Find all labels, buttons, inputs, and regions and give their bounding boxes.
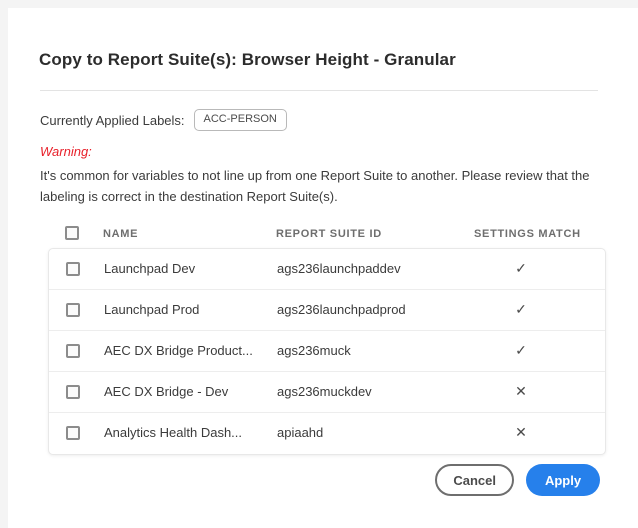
row-checkbox[interactable] (66, 385, 80, 399)
cell-name: AEC DX Bridge - Dev (104, 384, 228, 399)
table-row[interactable]: Launchpad Prod ags236launchpadprod ✓ (49, 290, 605, 331)
checkbox-box (66, 426, 80, 440)
cell-report-suite-id: ags236muckdev (277, 384, 372, 399)
cell-report-suite-id: ags236launchpadprod (277, 302, 406, 317)
table-row[interactable]: Analytics Health Dash... apiaahd ✕ (49, 413, 605, 454)
cell-report-suite-id: apiaahd (277, 425, 323, 440)
checkbox-box (66, 385, 80, 399)
report-suites-table: Launchpad Dev ags236launchpaddev ✓ Launc… (48, 248, 606, 455)
row-checkbox[interactable] (66, 426, 80, 440)
copy-to-report-suites-dialog: Copy to Report Suite(s): Browser Height … (8, 8, 638, 528)
table-header: NAME REPORT SUITE ID SETTINGS MATCH (48, 220, 606, 248)
settings-match-check-icon: ✓ (503, 301, 539, 318)
row-checkbox[interactable] (66, 344, 80, 358)
row-checkbox[interactable] (66, 303, 80, 317)
column-header-report-suite-id[interactable]: REPORT SUITE ID (276, 228, 382, 240)
checkbox-box (66, 262, 80, 276)
table-row[interactable]: AEC DX Bridge Product... ags236muck ✓ (49, 331, 605, 372)
row-checkbox[interactable] (66, 262, 80, 276)
select-all-checkbox[interactable] (65, 226, 79, 240)
cell-name: Analytics Health Dash... (104, 425, 242, 440)
apply-button[interactable]: Apply (526, 464, 600, 496)
cell-report-suite-id: ags236muck (277, 343, 351, 358)
cell-name: Launchpad Prod (104, 302, 199, 317)
warning-heading: Warning: (40, 144, 92, 159)
label-chip-acc-person[interactable]: ACC-PERSON (194, 109, 287, 131)
applied-labels-row: Currently Applied Labels: ACC-PERSON (40, 107, 287, 133)
settings-match-cross-icon: ✕ (503, 424, 539, 441)
table-row[interactable]: Launchpad Dev ags236launchpaddev ✓ (49, 249, 605, 290)
column-header-settings-match[interactable]: SETTINGS MATCH (474, 228, 581, 240)
settings-match-cross-icon: ✕ (503, 383, 539, 400)
cell-report-suite-id: ags236launchpaddev (277, 261, 401, 276)
dialog-footer: Cancel Apply (435, 464, 600, 496)
settings-match-check-icon: ✓ (503, 342, 539, 359)
checkbox-box (65, 226, 79, 240)
checkbox-box (66, 344, 80, 358)
cell-name: AEC DX Bridge Product... (104, 343, 253, 358)
cancel-button[interactable]: Cancel (435, 464, 514, 496)
cell-name: Launchpad Dev (104, 261, 195, 276)
settings-match-check-icon: ✓ (503, 260, 539, 277)
applied-labels-caption: Currently Applied Labels: (40, 113, 185, 128)
checkbox-box (66, 303, 80, 317)
column-header-name[interactable]: NAME (103, 228, 138, 240)
table-row[interactable]: AEC DX Bridge - Dev ags236muckdev ✕ (49, 372, 605, 413)
page-title: Copy to Report Suite(s): Browser Height … (39, 50, 456, 70)
title-divider (40, 90, 598, 91)
warning-body: It's common for variables to not line up… (40, 165, 606, 207)
